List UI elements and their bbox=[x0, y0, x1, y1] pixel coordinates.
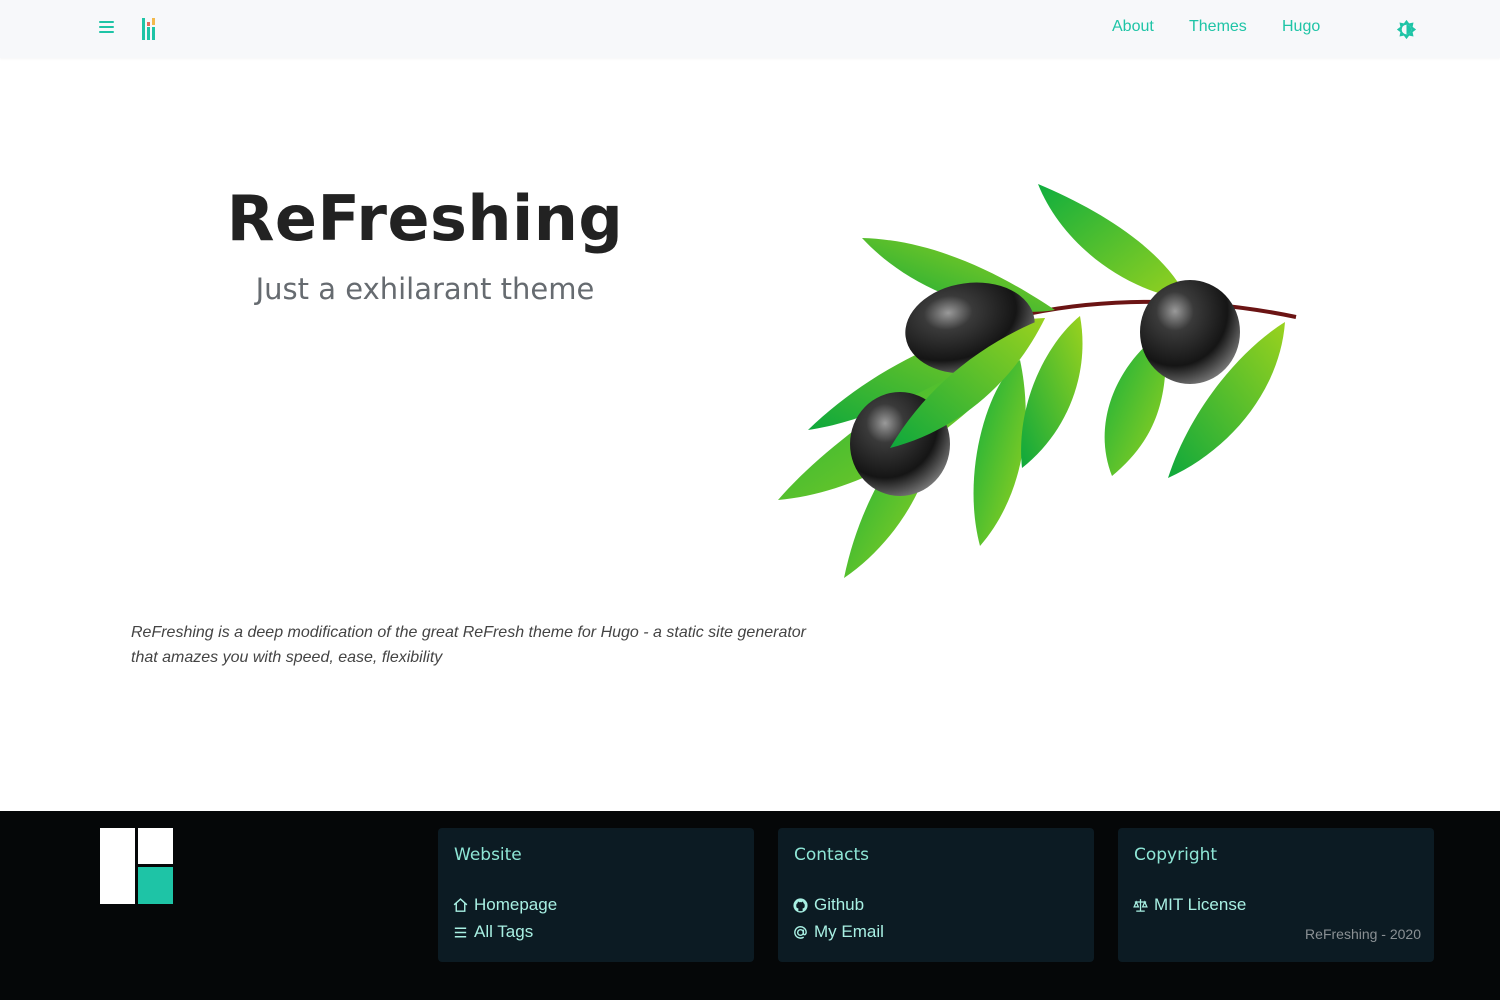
brand-icon[interactable] bbox=[140, 16, 160, 42]
copyright-tagline: ReFreshing - 2020 bbox=[1305, 926, 1421, 942]
top-navbar: About Themes Hugo bbox=[0, 0, 1500, 58]
hero-title: ReFreshing bbox=[226, 182, 624, 255]
email-link[interactable]: My Email bbox=[792, 922, 884, 942]
link-label: Github bbox=[814, 895, 865, 914]
link-label: My Email bbox=[814, 922, 884, 941]
link-label: All Tags bbox=[474, 922, 534, 941]
scale-icon bbox=[1133, 898, 1148, 912]
nav-link-about[interactable]: About bbox=[1112, 18, 1154, 36]
at-sign-icon bbox=[794, 925, 807, 939]
nav-link-themes[interactable]: Themes bbox=[1189, 18, 1247, 36]
footer-card-copyright: Copyright MIT License ReFreshing - 2020 bbox=[1118, 828, 1434, 962]
hamburger-menu-icon[interactable] bbox=[97, 18, 117, 38]
footer-card-title: Copyright bbox=[1134, 845, 1218, 865]
footer-card-website: Website Homepage All Tags bbox=[438, 828, 754, 962]
github-link[interactable]: Github bbox=[792, 895, 864, 915]
link-label: MIT License bbox=[1154, 895, 1247, 914]
footer-card-contacts: Contacts Github My Email bbox=[778, 828, 1094, 962]
homepage-link[interactable]: Homepage bbox=[452, 895, 557, 915]
footer: Website Homepage All Tags Contacts Githu… bbox=[0, 811, 1500, 1000]
hero-description-line-1: ReFreshing is a deep modification of the… bbox=[131, 624, 807, 641]
refreshing-logo bbox=[100, 828, 173, 904]
nav-link-hugo[interactable]: Hugo bbox=[1282, 18, 1320, 36]
olive-branch-illustration bbox=[778, 184, 1297, 578]
footer-card-title: Contacts bbox=[794, 845, 869, 865]
list-icon bbox=[454, 927, 467, 937]
home-icon bbox=[453, 897, 468, 912]
hero-description: ReFreshing is a deep modification of the… bbox=[131, 620, 851, 670]
brightness-icon[interactable] bbox=[1396, 19, 1417, 40]
link-label: Homepage bbox=[474, 895, 558, 914]
hero-description-line-2: that amazes you with speed, ease, flexib… bbox=[131, 649, 443, 666]
all-tags-link[interactable]: All Tags bbox=[452, 922, 533, 942]
mit-license-link[interactable]: MIT License bbox=[1132, 895, 1246, 915]
footer-card-title: Website bbox=[454, 845, 522, 865]
hero-subtitle: Just a exhilarant theme bbox=[255, 272, 595, 306]
github-icon bbox=[793, 897, 808, 913]
